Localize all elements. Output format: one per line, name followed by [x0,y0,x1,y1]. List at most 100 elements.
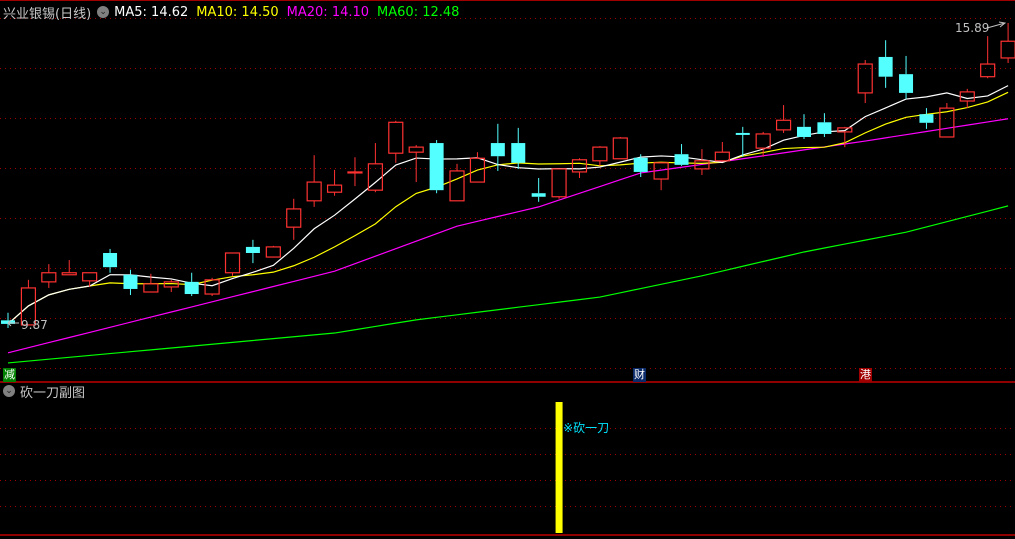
marker-reduce[interactable]: 减 [3,368,16,382]
candle-body [1000,40,1015,59]
candle-body [571,159,588,173]
candle-body [633,157,648,172]
ma20-line [7,118,1009,354]
candle [511,127,526,169]
candle [531,178,546,202]
candle-body [41,272,57,283]
candle [103,248,118,273]
candle [735,126,750,157]
candle [1000,23,1015,64]
candle-body [265,246,281,258]
candle-body [980,63,996,78]
candle-body [796,126,811,137]
candle-body [245,246,260,253]
candle [980,36,996,79]
candle-body [919,114,934,123]
ma10-label: MA10: 14.50 [196,4,279,20]
candle [265,245,281,258]
candle-body [959,91,975,102]
ma60-label: MA60: 12.48 [377,4,460,20]
low-price-label: 9.87 [21,318,48,332]
candle [694,149,710,175]
candle [939,103,955,138]
candle [775,105,792,133]
ma5-label: MA5: 14.62 [114,4,189,20]
candle-body [224,252,241,274]
stock-chart[interactable]: ※砍一刀 15.89 9.87 [0,0,1015,539]
signal-bar [555,402,563,533]
candle-body [775,119,792,131]
candle [878,40,893,88]
marker-hk[interactable]: 港 [859,368,872,382]
high-price-label: 15.89 [955,21,989,35]
candle [326,169,343,196]
candle [163,279,179,292]
candle-body [755,133,771,149]
candle-body [143,283,159,293]
candle-body [286,208,302,228]
candle [388,120,404,163]
candle-body [817,122,832,134]
stock-title: 兴业银锡(日线) [3,6,92,22]
candle [796,114,811,140]
candle-body [735,132,750,135]
candle [612,136,628,160]
candle-body [714,151,730,162]
candle [123,269,138,296]
candle-body [326,184,343,193]
candle [41,264,57,288]
candle [633,154,648,178]
low-price-annotation: 9.87 [7,318,48,332]
candle-body [674,154,689,165]
candle-body [531,193,546,197]
candle [245,239,260,264]
candle-body [551,168,567,198]
candle [306,155,322,207]
candle [653,162,669,191]
marker-finance[interactable]: 财 [633,368,646,382]
candle-body [429,143,444,191]
chart-header: 兴业银锡(日线) ⌄ MA5: 14.62 MA10: 14.50 MA20: … [3,3,467,22]
candle [899,55,914,99]
candle [919,108,934,129]
signal-label: ※砍一刀 [563,420,609,435]
chevron-down-icon[interactable]: ⌄ [3,385,15,397]
candle-body [61,272,77,276]
candle-body [878,56,893,77]
candle-body [490,143,505,157]
high-arrow-icon [986,21,1007,29]
candle [857,59,873,104]
high-price-annotation: 15.89 [955,21,1007,35]
sub-panel-title: 砍一刀副图 [20,385,86,401]
moving-average-lines [7,85,1009,364]
candle-body [347,171,363,174]
candle [408,145,424,183]
candle [469,152,486,183]
candle [551,168,567,199]
candle-body [408,146,424,153]
candle [61,260,77,276]
candle [429,140,444,194]
candle-body [123,274,138,289]
candle-body [612,137,628,160]
candle [184,272,199,297]
candle-body [592,146,608,162]
candle-body [184,281,199,295]
candle [286,198,302,240]
ma20-label: MA20: 14.10 [286,4,370,20]
sub-panel-header: ⌄ 砍一刀副图 [3,383,86,401]
candle-body [511,143,526,163]
candle [714,142,730,162]
candle [592,146,608,166]
candle-body [388,121,404,154]
candle-body [449,170,465,202]
grid-lines [0,0,1015,536]
candle-body [899,74,914,93]
candle [449,163,465,202]
candle-body [204,279,220,295]
chevron-down-icon[interactable]: ⌄ [97,6,110,18]
candlesticks [1,23,1015,328]
sub-panel-signal: ※砍一刀 [555,402,609,533]
candle [224,252,241,276]
candle-body [103,252,118,268]
